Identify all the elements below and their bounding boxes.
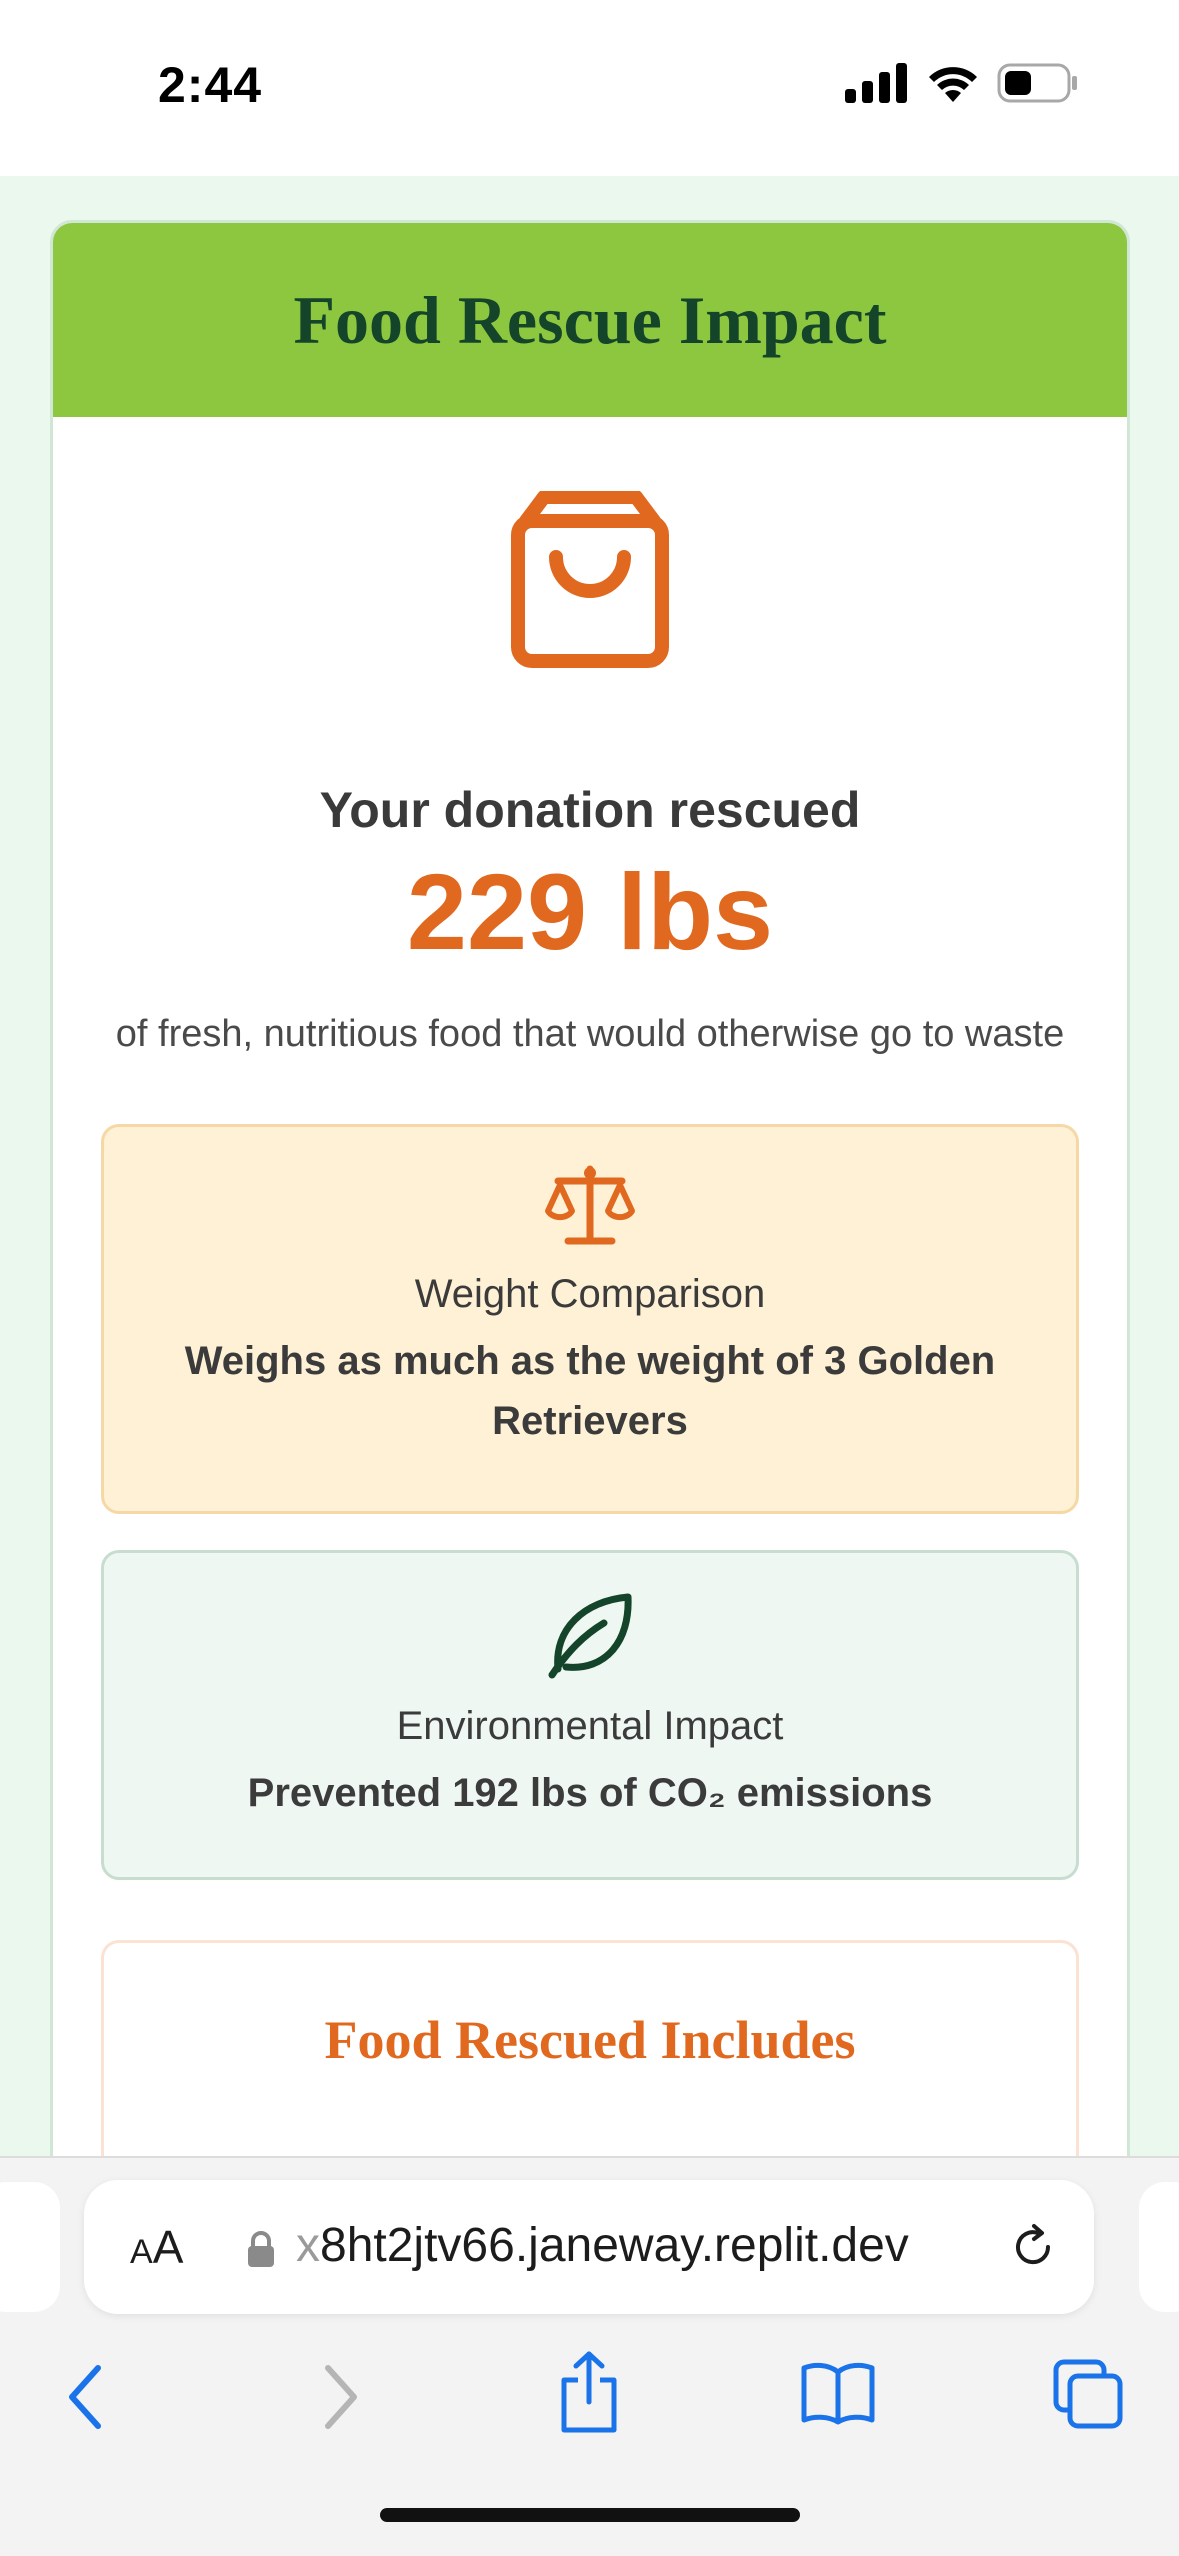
card-header: Food Rescue Impact: [53, 223, 1127, 417]
rescued-description: of fresh, nutritious food that would oth…: [115, 1013, 1065, 1055]
next-tab-preview[interactable]: [1139, 2182, 1179, 2312]
previous-tab-preview[interactable]: [0, 2182, 60, 2312]
weight-comparison-box: Weight Comparison Weighs as much as the …: [101, 1124, 1079, 1514]
forward-icon[interactable]: [318, 2362, 362, 2432]
environmental-impact-box: Environmental Impact Prevented 192 lbs o…: [101, 1550, 1079, 1880]
reload-icon[interactable]: [1008, 2222, 1058, 2272]
aa-small-glyph: A: [130, 2233, 153, 2271]
impact-card: Food Rescue Impact Your donation rescued…: [50, 220, 1130, 2420]
bookmarks-icon[interactable]: [800, 2360, 876, 2426]
back-icon[interactable]: [64, 2362, 108, 2432]
url-main: 8ht2jtv66.janeway.replit.dev: [320, 2219, 909, 2272]
shopping-bag-icon: [511, 491, 669, 668]
battery-icon: [997, 63, 1077, 103]
cellular-signal-icon: [845, 63, 907, 103]
url-text[interactable]: x8ht2jtv66.janeway.replit.dev: [296, 2218, 909, 2273]
wifi-icon: [929, 67, 977, 102]
lock-icon: [248, 2231, 274, 2267]
scale-icon: [545, 1165, 635, 1245]
tabs-icon[interactable]: [1052, 2358, 1124, 2430]
address-bar[interactable]: AA x8ht2jtv66.janeway.replit.dev: [84, 2180, 1094, 2314]
share-icon[interactable]: [556, 2350, 622, 2436]
page-background: Food Rescue Impact Your donation rescued…: [0, 176, 1179, 2420]
aa-large-glyph: A: [152, 2221, 184, 2273]
browser-toolbar: [0, 2336, 1179, 2456]
food-rescued-includes-title: Food Rescued Includes: [324, 2010, 856, 2070]
bag-icon-wrap: [53, 491, 1127, 671]
status-bar: 2:44: [0, 0, 1179, 176]
home-indicator[interactable]: [380, 2508, 800, 2522]
screen: 2:44 Food Rescue Impact Your donation re…: [0, 0, 1179, 2556]
status-time: 2:44: [158, 57, 263, 113]
environmental-impact-text: Prevented 192 lbs of CO₂ emissions: [247, 1771, 933, 1815]
browser-bottom-bar: AA x8ht2jtv66.janeway.replit.dev: [0, 2156, 1179, 2556]
weight-comparison-title: Weight Comparison: [414, 1272, 766, 1316]
status-icons: [845, 62, 1079, 104]
reader-options-button[interactable]: AA: [130, 2220, 183, 2274]
leaf-icon: [548, 1593, 632, 1679]
url-prefix: x: [296, 2219, 320, 2272]
card-title: Food Rescue Impact: [293, 281, 887, 358]
environmental-impact-title: Environmental Impact: [396, 1704, 784, 1748]
rescued-label: Your donation rescued: [319, 782, 861, 838]
weight-comparison-text: Weighs as much as the weight of 3 Golden…: [184, 1339, 996, 1443]
rescued-amount: 229 lbs: [406, 851, 774, 972]
